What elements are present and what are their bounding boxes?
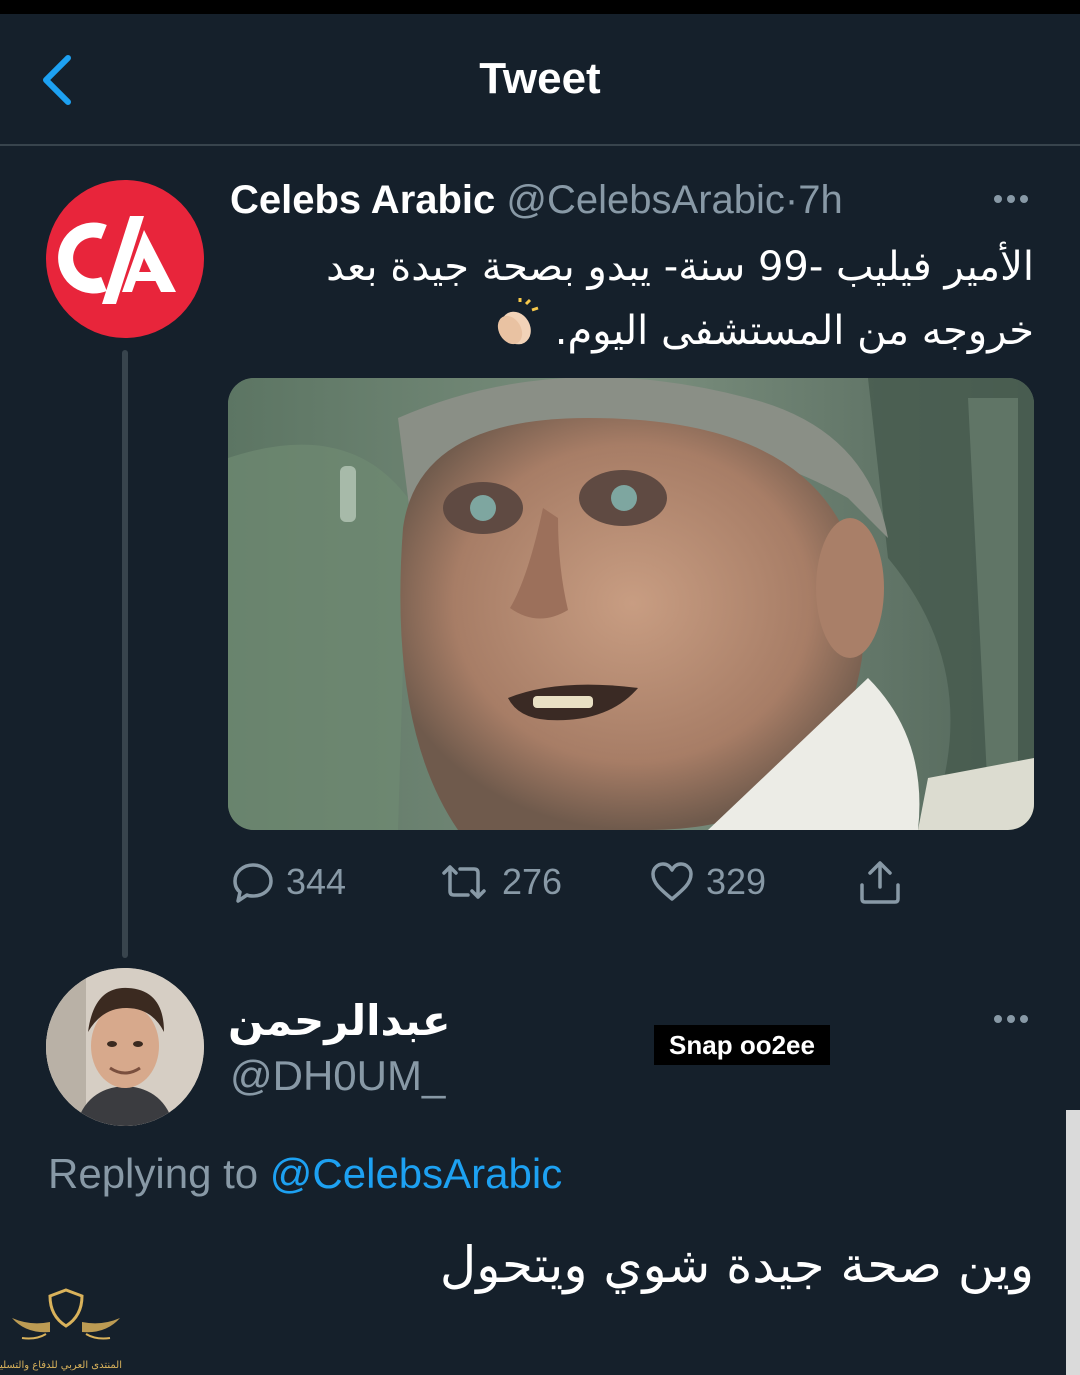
tweet-more-button[interactable] <box>986 184 1036 214</box>
celebs-arabic-avatar[interactable] <box>46 180 204 338</box>
replying-to-mention[interactable]: @CelebsArabic <box>270 1150 562 1197</box>
retweet-icon <box>442 865 486 899</box>
tweet-photo[interactable] <box>228 378 1034 830</box>
share-button[interactable] <box>856 852 914 912</box>
reply-author-avatar[interactable] <box>46 968 204 1126</box>
status-bar-strip <box>0 0 1080 14</box>
clapping-hands-icon <box>490 298 542 368</box>
more-dots-icon <box>994 1015 1028 1023</box>
forum-watermark-logo <box>6 1282 126 1372</box>
tweet-action-bar: 344 276 329 <box>228 852 1034 912</box>
reply-text: وين صحة جيدة شوي ويتحول <box>439 1236 1034 1294</box>
meta-separator: · <box>784 178 799 222</box>
replying-to-label: Replying to <box>48 1150 259 1197</box>
retweet-count: 276 <box>502 861 563 902</box>
share-icon <box>860 861 900 904</box>
author-handle[interactable]: @CelebsArabic <box>506 178 785 222</box>
tweet-body: الأمير فيليب -99 سنة- يبدو بصحة جيدة بعد… <box>228 236 1034 368</box>
tweet-screen: Tweet Celebs Arabic @CelebsArabic·7h الأ… <box>0 0 1080 1375</box>
reply-bubble-icon <box>233 863 273 903</box>
snap-overlay-badge: Snap oo2ee <box>654 1025 830 1065</box>
avatar-photo <box>46 968 204 1126</box>
more-dots-icon <box>994 195 1028 203</box>
heart-icon <box>651 862 693 901</box>
reply-count: 344 <box>286 861 347 902</box>
page-title: Tweet <box>479 54 601 103</box>
reply-button[interactable]: 344 <box>230 852 346 912</box>
like-count: 329 <box>706 861 767 902</box>
top-navigation-bar: Tweet <box>0 14 1080 146</box>
edge-strip <box>1066 1110 1080 1375</box>
replying-to-line: Replying to @CelebsArabic <box>48 1150 562 1198</box>
reply-more-button[interactable] <box>986 1004 1036 1034</box>
author-name[interactable]: Celebs Arabic <box>230 178 495 222</box>
retweet-button[interactable]: 276 <box>436 852 562 912</box>
photo-elderly-man-in-car <box>228 378 1034 830</box>
tweet-header: Celebs Arabic @CelebsArabic·7h <box>230 178 950 228</box>
like-button[interactable]: 329 <box>648 852 766 912</box>
reply-author-name[interactable]: عبدالرحمن <box>228 996 458 1045</box>
watermark-text: المنتدى العربي للدفاع والتسليح <box>0 1360 122 1371</box>
thread-connector-line <box>122 350 128 958</box>
reply-author-handle[interactable]: @DH0UM_ <box>230 1052 445 1100</box>
ca-logo-icon <box>58 216 176 304</box>
tweet-time: 7h <box>798 178 843 222</box>
tweet-text: الأمير فيليب -99 سنة- يبدو بصحة جيدة بعد… <box>326 244 1034 354</box>
shield-wings-icon <box>12 1288 120 1340</box>
